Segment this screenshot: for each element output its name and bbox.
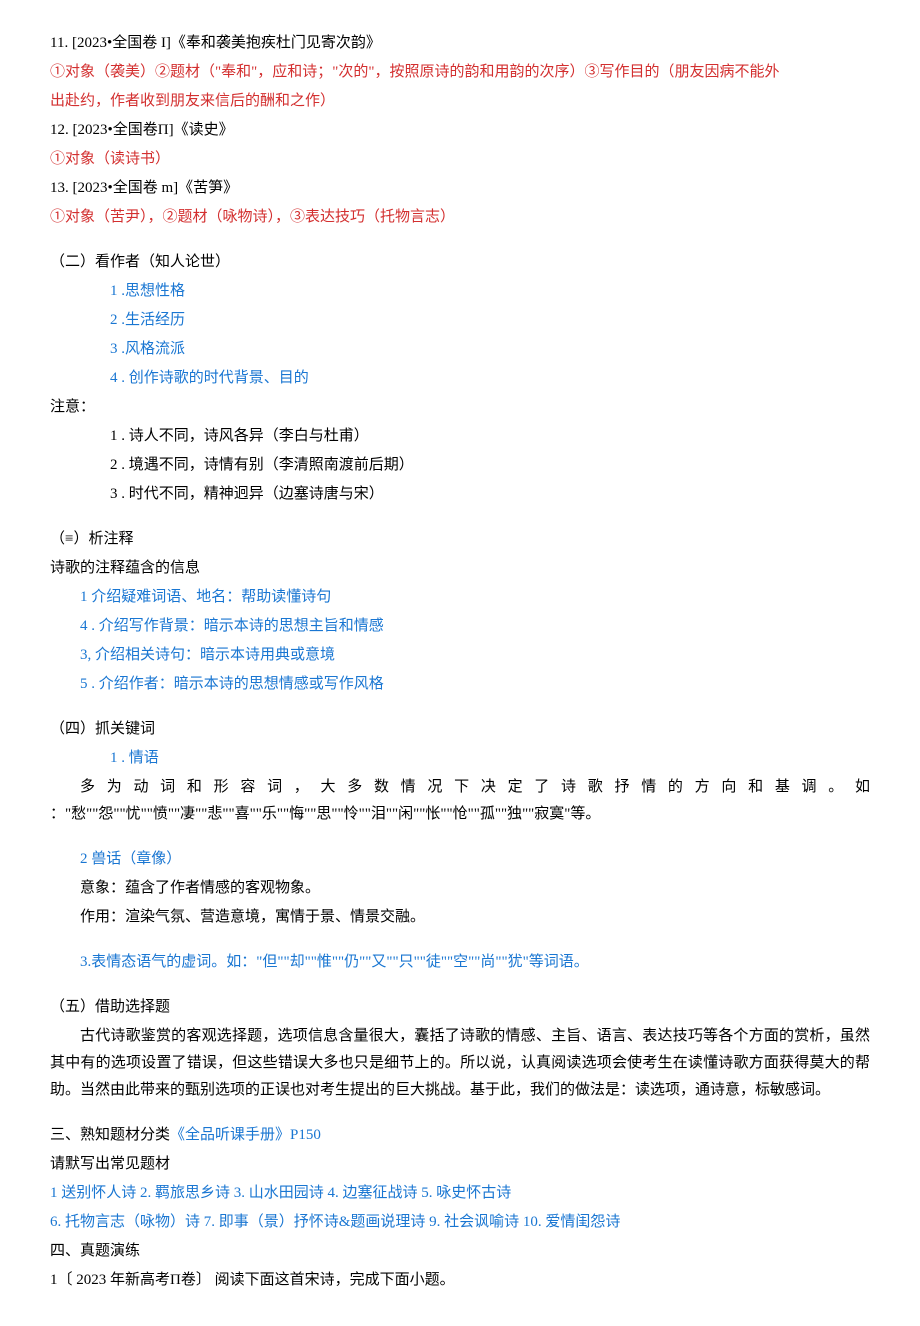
item-12-analysis: ①对象（读诗书） [50, 146, 870, 173]
topic-3-line-1: 1 送别怀人诗 2. 羁旅思乡诗 3. 山水田园诗 4. 边塞征战诗 5. 咏史… [50, 1180, 870, 1207]
section-4-para-1: 多 为 动 词 和 形 容 词 ， 大 多 数 情 况 下 决 定 了 诗 歌 … [50, 774, 870, 828]
section-5-heading: （五）借助选择题 [50, 994, 870, 1021]
topic-3-line-2: 6. 托物言志（咏物）诗 7. 即事（景）抒怀诗&题画说理诗 9. 社会讽喻诗 … [50, 1209, 870, 1236]
section-2-item-1: 1 .思想性格 [110, 278, 870, 305]
note-heading: 注意： [50, 394, 870, 421]
note-item-1: 1 . 诗人不同，诗风各异（李白与杜甫） [110, 423, 870, 450]
item-13-title: 13. [2023•全国卷 m]《苦笋》 [50, 175, 870, 202]
section-4-item-2: 2 兽话（章像） [80, 846, 870, 873]
item-11-title: 11. [2023•全国卷 I]《奉和袭美抱疾杜门见寄次韵》 [50, 30, 870, 57]
section-5-para: 古代诗歌鉴赏的客观选择题，选项信息含量很大，囊括了诗歌的情感、主旨、语言、表达技… [50, 1023, 870, 1104]
section-2-heading: （二）看作者（知人论世） [50, 249, 870, 276]
section-3-item-2: 4 . 介绍写作背景：暗示本诗的思想主旨和情感 [80, 613, 870, 640]
note-item-2: 2 . 境遇不同，诗情有别（李清照南渡前后期） [110, 452, 870, 479]
topic-3-heading: 三、熟知题材分类《全品听课手册》P150 [50, 1122, 870, 1149]
item-11-analysis-line2: 出赴约，作者收到朋友来信后的酬和之作） [50, 88, 870, 115]
note-item-3: 3 . 时代不同，精神迥异（边塞诗唐与宋） [110, 481, 870, 508]
section-4-para-2a: 意象：蕴含了作者情感的客观物象。 [80, 875, 870, 902]
section-4-heading: （四）抓关键词 [50, 716, 870, 743]
topic-3-heading-b: 《全品听课手册》P150 [170, 1127, 321, 1143]
section-4-item-1: 1 . 情语 [110, 745, 870, 772]
section-4-para-2b: 作用：渲染气氛、营造意境，寓情于景、情景交融。 [80, 904, 870, 931]
section-3-item-4: 5 . 介绍作者：暗示本诗的思想情感或写作风格 [80, 671, 870, 698]
section-3-heading: （≡）析注释 [50, 526, 870, 553]
topic-4-heading: 四、真题演练 [50, 1238, 870, 1265]
section-2-item-4: 4 . 创作诗歌的时代背景、目的 [110, 365, 870, 392]
topic-3-subheading: 请默写出常见题材 [50, 1151, 870, 1178]
section-3-subheading: 诗歌的注释蕴含的信息 [50, 555, 870, 582]
section-4-item-3: 3.表情态语气的虚词。如："但""却""惟""仍""又""只""徒""空""尚"… [80, 949, 870, 976]
topic-4-line: 1〔 2023 年新高考Π卷〕 阅读下面这首宋诗，完成下面小题。 [50, 1267, 870, 1294]
item-13-analysis: ①对象（苦尹），②题材（咏物诗），③表达技巧（托物言志） [50, 204, 870, 231]
section-3-item-1: 1 介绍疑难词语、地名：帮助读懂诗句 [80, 584, 870, 611]
section-3-item-3: 3, 介绍相关诗句：暗示本诗用典或意境 [80, 642, 870, 669]
section-2-item-2: 2 .生活经历 [110, 307, 870, 334]
item-11-analysis-line1: ①对象（袭美）②题材（"奉和"，应和诗；"次的"，按照原诗的韵和用韵的次序）③写… [50, 59, 870, 86]
topic-3-heading-a: 三、熟知题材分类 [50, 1127, 170, 1143]
item-12-title: 12. [2023•全国卷Π]《读史》 [50, 117, 870, 144]
section-2-item-3: 3 .风格流派 [110, 336, 870, 363]
